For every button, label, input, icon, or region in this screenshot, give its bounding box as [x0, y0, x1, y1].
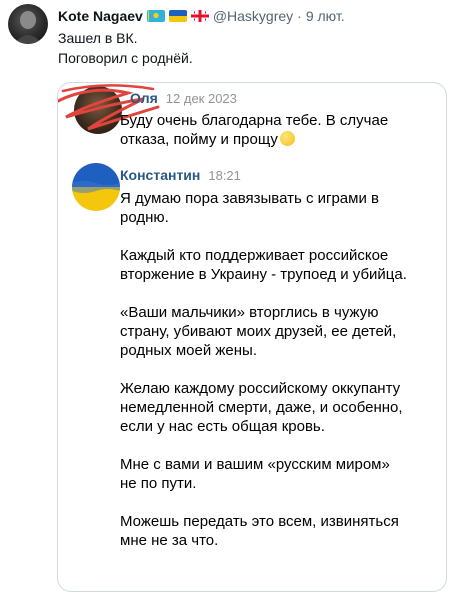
- author-display-name[interactable]: Kote Nagaev: [58, 8, 143, 24]
- smiling-face-emoji: [279, 131, 295, 146]
- tweet-text: Зашел в ВК. Поговорил с роднёй.: [58, 28, 193, 68]
- message2-line: Можешь передать это всем, извиняться: [120, 513, 399, 530]
- tweet-header: Kote Nagaev @Haskygrey · 9 лют.: [58, 8, 345, 24]
- message2-line: родных моей жены.: [120, 342, 257, 359]
- message2-line: страну, убивают моих друзей, ее детей,: [120, 323, 397, 340]
- message1-sender-name[interactable]: Оля: [130, 90, 158, 106]
- header-separator: ·: [297, 8, 302, 24]
- message2-line: не по пути.: [120, 475, 197, 492]
- message1-sender: Оля 12 дек 2023: [130, 90, 237, 106]
- message2-line: если у нас есть общая кровь.: [120, 418, 325, 435]
- message1-text: Буду очень благодарна тебе. В случае отк…: [120, 111, 430, 149]
- message2-paragraph: «Ваши мальчики» вторглись в чужую страну…: [120, 303, 440, 360]
- tweet-text-line: Зашел в ВК.: [58, 30, 138, 46]
- message2-paragraph: Мне с вами и вашим «русским миром» не по…: [120, 455, 440, 493]
- flag-kazakhstan-icon: [146, 10, 165, 22]
- message2-line: мне не за что.: [120, 532, 219, 549]
- message2-paragraph: Каждый кто поддерживает российское вторж…: [120, 246, 440, 284]
- message2-line: «Ваши мальчики» вторглись в чужую: [120, 304, 379, 321]
- message2-line: вторжение в Украину - трупоед и убийца.: [120, 266, 407, 283]
- message2-sender: Константин 18:21: [120, 167, 241, 183]
- message2-paragraph: Я думаю пора завязывать с играми в родню…: [120, 189, 440, 227]
- tweet-time[interactable]: 9 лют.: [306, 8, 345, 24]
- message2-paragraph: Можешь передать это всем, извиняться мне…: [120, 512, 440, 550]
- tweet-text-line: Поговорил с роднёй.: [58, 50, 193, 66]
- attached-screenshot[interactable]: Оля 12 дек 2023 Буду очень благодарна теб…: [57, 82, 447, 592]
- message2-time: 18:21: [208, 168, 241, 183]
- message2-line: Желаю каждому российскому оккупанту: [120, 380, 401, 397]
- message1-line-text: отказа, пойму и прощу: [120, 131, 278, 148]
- message2-avatar: [72, 163, 120, 211]
- author-handle[interactable]: @Haskygrey: [213, 8, 293, 24]
- author-avatar[interactable]: [8, 4, 48, 44]
- message2-line: Я думаю пора завязывать с играми в: [120, 190, 379, 207]
- message2-text: Я думаю пора завязывать с играми в родню…: [120, 189, 440, 569]
- message2-line: родню.: [120, 209, 169, 226]
- flag-ukraine-icon: [168, 10, 187, 22]
- message1-time: 12 дек 2023: [165, 91, 237, 106]
- message2-line: немедленной смерти, даже, и особенно,: [120, 399, 403, 416]
- message2-line: Мне с вами и вашим «русским миром»: [120, 456, 390, 473]
- message1-line: отказа, пойму и прощу: [120, 130, 430, 149]
- flag-georgia-icon: [190, 10, 209, 22]
- message2-sender-name[interactable]: Константин: [120, 167, 200, 183]
- message1-avatar: [74, 86, 122, 134]
- message2-paragraph: Желаю каждому российскому оккупанту неме…: [120, 379, 440, 436]
- message2-line: Каждый кто поддерживает российское: [120, 247, 389, 264]
- tweet: Kote Nagaev @Haskygrey · 9 лют. Зашел в …: [0, 0, 473, 592]
- message1-line: Буду очень благодарна тебе. В случае: [120, 112, 389, 129]
